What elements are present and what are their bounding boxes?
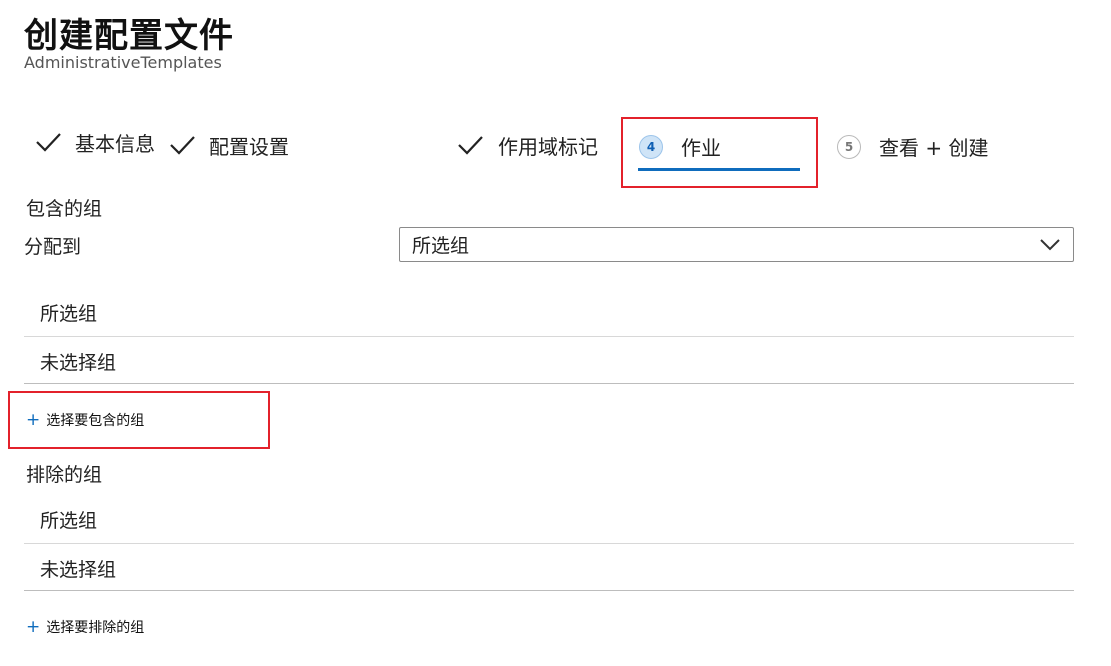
page-subtitle: AdministrativeTemplates	[24, 53, 222, 72]
option-divider	[24, 383, 1074, 384]
step-number-badge: 4	[639, 134, 663, 159]
included-option-selected-groups[interactable]: 所选组	[24, 289, 1074, 335]
option-divider	[24, 336, 1074, 337]
select-excluded-groups-label: 选择要排除的组	[46, 620, 145, 636]
excluded-option-selected-groups[interactable]: 所选组	[24, 496, 1074, 542]
check-icon	[458, 136, 483, 155]
page-title: 创建配置文件	[24, 16, 234, 56]
step-label: 配置设置	[209, 134, 289, 159]
step-configuration-settings[interactable]: 配置设置	[167, 130, 289, 160]
plus-icon: +	[26, 617, 41, 637]
included-option-unselected-groups[interactable]: 未选择组	[24, 338, 1074, 384]
excluded-option-unselected-groups[interactable]: 未选择组	[24, 545, 1074, 591]
option-divider	[24, 590, 1074, 591]
option-divider	[24, 543, 1074, 544]
step-number-badge: 5	[837, 134, 861, 159]
check-icon	[170, 136, 195, 155]
check-icon	[36, 133, 61, 152]
select-excluded-groups-link[interactable]: + 选择要排除的组	[26, 617, 144, 637]
active-step-underline	[638, 168, 800, 171]
step-basics[interactable]: 基本信息	[33, 127, 155, 157]
step-label: 基本信息	[75, 131, 155, 156]
chevron-down-icon	[1040, 238, 1060, 250]
step-label: 查看 + 创建	[879, 136, 989, 160]
step-scope-tags[interactable]: 作用域标记	[455, 130, 598, 160]
select-included-groups-label: 选择要包含的组	[46, 413, 145, 429]
assign-to-label: 分配到	[24, 236, 82, 258]
step-label: 作用域标记	[498, 134, 598, 159]
excluded-groups-heading: 排除的组	[26, 464, 103, 486]
assign-to-dropdown[interactable]: 所选组	[399, 227, 1074, 262]
step-review-create[interactable]: 5 查看 + 创建	[837, 132, 988, 161]
included-groups-heading: 包含的组	[26, 198, 103, 220]
step-assignments[interactable]: 4 作业	[639, 132, 721, 161]
dropdown-selected-value: 所选组	[412, 235, 470, 257]
plus-icon: +	[26, 410, 41, 430]
step-label: 作业	[681, 136, 721, 160]
select-included-groups-link[interactable]: + 选择要包含的组	[26, 410, 144, 430]
